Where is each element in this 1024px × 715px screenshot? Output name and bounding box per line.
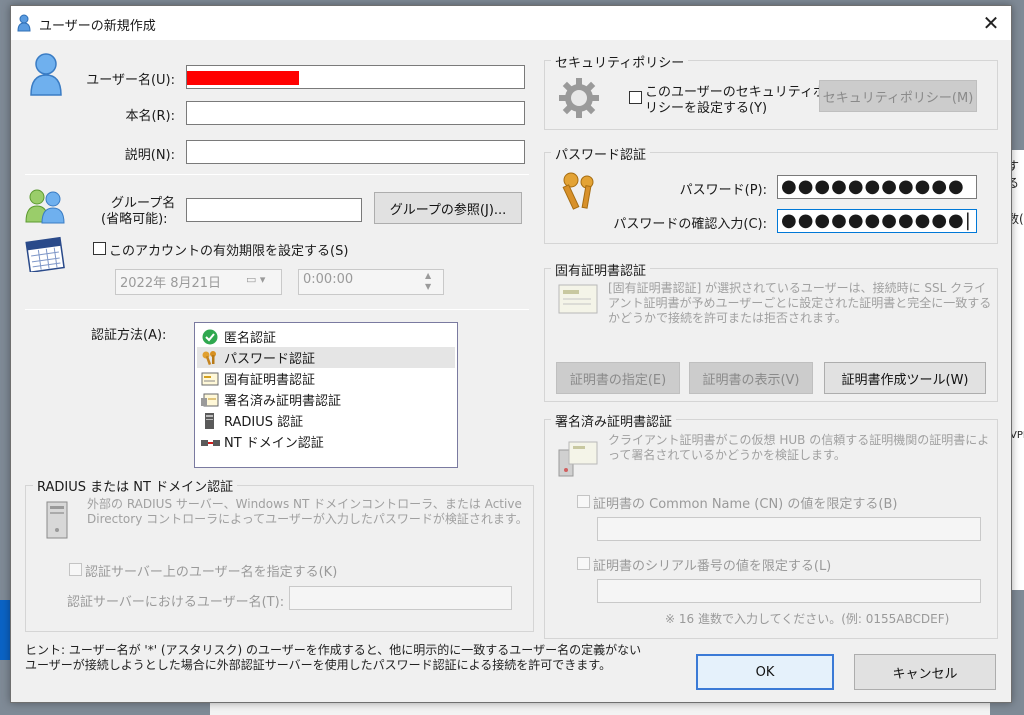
keys-icon — [201, 350, 221, 366]
description-label: 説明(N): — [124, 148, 175, 163]
redacted-username — [187, 71, 299, 85]
certificate-icon — [558, 284, 598, 314]
security-policy-checkbox-label: リシーを設定する(Y) — [645, 101, 768, 116]
separator — [25, 309, 529, 310]
taskbar-edge — [0, 600, 10, 660]
user-icon — [30, 53, 62, 96]
auth-method-label: 固有証明書認証 — [224, 373, 316, 388]
background-text: VPN — [1010, 430, 1024, 441]
cert-tool-button[interactable]: 証明書作成ツール(W) — [824, 362, 986, 394]
description-input[interactable] — [186, 140, 525, 164]
title-bar[interactable]: ユーザーの新規作成 ✕ — [11, 6, 1011, 40]
window-title: ユーザーの新規作成 — [39, 19, 156, 34]
auth-method-label: RADIUS 認証 — [224, 415, 304, 430]
auth-method-label: 匿名認証 — [224, 331, 277, 346]
close-button[interactable]: ✕ — [973, 8, 1009, 38]
cert-auth-description: [固有証明書認証] が選択されているユーザーは、接続時に SSL クライアント証… — [608, 281, 992, 325]
password-auth-title: パスワード認証 — [551, 144, 651, 163]
group-input[interactable] — [186, 198, 362, 222]
list-item-anonymous[interactable]: 匿名認証 — [197, 326, 455, 347]
auth-method-label: 署名済み証明書認証 — [224, 394, 342, 409]
security-policy-checkbox[interactable] — [629, 91, 642, 104]
view-cert-button[interactable]: 証明書の表示(V) — [689, 362, 813, 394]
cancel-button[interactable]: キャンセル — [854, 654, 996, 690]
serial-checkbox[interactable] — [577, 557, 590, 570]
serial-format-hint: ※ 16 進数で入力してください。(例: 0155ABCDEF) — [665, 612, 950, 626]
security-policy-button[interactable]: セキュリティポリシー(M) — [819, 80, 977, 112]
password-confirm-label: パスワードの確認入力(C): — [613, 217, 767, 232]
expiry-checkbox-label: このアカウントの有効期限を設定する(S) — [109, 244, 349, 259]
cn-checkbox[interactable] — [577, 495, 590, 508]
radius-username-checkbox[interactable] — [69, 563, 82, 576]
username-label: ユーザー名(U): — [86, 73, 175, 88]
calendar-icon — [25, 236, 65, 272]
hint-line: ユーザーが接続しようとした場合に外部認証サーバーを使用したパスワード認証による接… — [25, 658, 612, 672]
browse-group-button[interactable]: グループの参照(J)... — [374, 192, 522, 224]
network-icon — [201, 434, 221, 450]
server-icon — [201, 412, 221, 429]
server-icon — [46, 501, 68, 539]
specify-cert-button[interactable]: 証明書の指定(E) — [556, 362, 680, 394]
cn-checkbox-label: 証明書の Common Name (CN) の値を限定する(B) — [593, 497, 898, 512]
ok-button[interactable]: OK — [696, 654, 834, 690]
hint-text: ヒント: ユーザー名が '*' (アスタリスク) のユーザーを作成すると、他に明… — [25, 643, 641, 673]
certificate-icon — [201, 371, 221, 387]
auth-method-label: NT ドメイン認証 — [224, 436, 324, 451]
cert-auth-title: 固有証明書認証 — [551, 260, 651, 279]
realname-label: 本名(R): — [125, 109, 175, 124]
new-user-dialog: ユーザーの新規作成 ✕ ユーザー名(U): 本名(R): 説明(N): グループ… — [10, 5, 1012, 703]
group-icon — [25, 189, 65, 224]
radius-username-input[interactable] — [289, 586, 512, 610]
list-item-cert[interactable]: 固有証明書認証 — [197, 368, 455, 389]
signed-certificate-icon — [201, 392, 221, 408]
expiry-checkbox[interactable] — [93, 242, 106, 255]
expiry-time-value: 0:00:00 — [303, 272, 354, 287]
password-input[interactable]: ●●●●●●●●●●● — [777, 175, 977, 199]
expiry-time-spinner[interactable]: 0:00:00 ▲ ▼ — [298, 269, 444, 295]
realname-input[interactable] — [186, 101, 525, 125]
signed-cert-title: 署名済み証明書認証 — [551, 411, 677, 430]
gear-icon — [559, 78, 599, 118]
spinner-arrows-icon[interactable]: ▲ ▼ — [425, 270, 431, 292]
keys-icon — [562, 172, 594, 210]
expiry-date-value: 2022年 8月21日 — [120, 276, 222, 291]
radius-description: 外部の RADIUS サーバー、Windows NT ドメインコントローラ、また… — [87, 497, 528, 526]
separator — [25, 174, 529, 175]
signed-certificate-icon — [558, 441, 598, 477]
radius-username-label: 認証サーバーにおけるユーザー名(T): — [67, 595, 285, 610]
list-item-signed-cert[interactable]: 署名済み証明書認証 — [197, 389, 455, 410]
auth-method-list[interactable]: 匿名認証 パスワード認証 固有証明書認証 署名済み証明書認証 RADIUS 認証… — [194, 322, 458, 468]
security-policy-title: セキュリティポリシー — [551, 52, 689, 71]
auth-method-label: パスワード認証 — [224, 352, 316, 367]
check-circle-icon — [201, 329, 221, 345]
radius-group-title: RADIUS または NT ドメイン認証 — [33, 476, 238, 495]
serial-input[interactable] — [597, 579, 981, 603]
user-icon — [17, 14, 31, 32]
background-window-bottom — [210, 703, 990, 715]
hint-line: ヒント: ユーザー名が '*' (アスタリスク) のユーザーを作成すると、他に明… — [25, 643, 642, 657]
password-label: パスワード(P): — [679, 183, 767, 198]
list-item-nt-domain[interactable]: NT ドメイン認証 — [197, 431, 455, 452]
signed-cert-description: クライアント証明書がこの仮想 HUB の信頼する証明機関の証明書によって署名され… — [608, 433, 990, 462]
group-label-optional: (省略可能): — [101, 212, 168, 227]
cn-input[interactable] — [597, 517, 981, 541]
auth-method-label: 認証方法(A): — [91, 328, 167, 343]
list-item-password[interactable]: パスワード認証 — [197, 347, 455, 368]
expiry-date-picker[interactable]: 2022年 8月21日 ▭ ▾ — [115, 269, 282, 295]
password-confirm-input[interactable]: ●●●●●●●●●●●| — [777, 209, 977, 233]
radius-username-checkbox-label: 認証サーバー上のユーザー名を指定する(K) — [85, 565, 338, 580]
serial-checkbox-label: 証明書のシリアル番号の値を限定する(L) — [593, 559, 832, 574]
calendar-dropdown-icon: ▭ ▾ — [246, 273, 266, 286]
list-item-radius[interactable]: RADIUS 認証 — [197, 410, 455, 431]
